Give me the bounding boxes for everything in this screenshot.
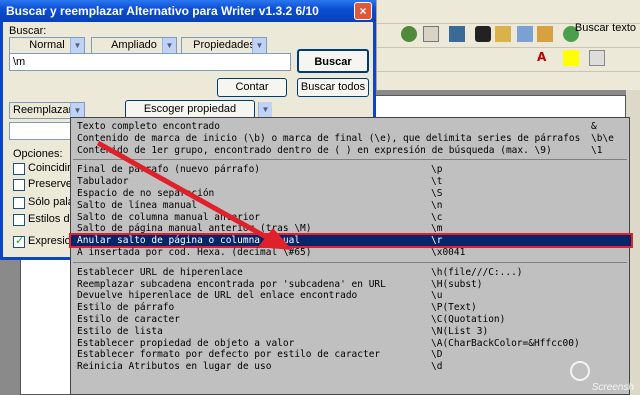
arrow-shaft: [96, 140, 270, 241]
annotation-arrow: [96, 140, 292, 250]
watermark: Screensh: [591, 382, 634, 393]
arrow-head-icon: [258, 228, 292, 250]
watermark-logo-icon: [570, 361, 590, 381]
